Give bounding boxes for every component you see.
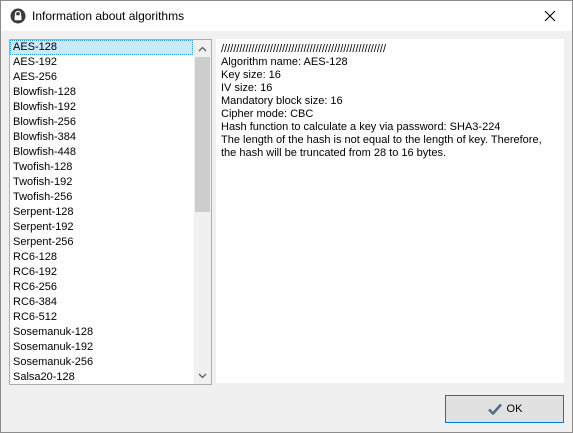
- list-item[interactable]: Serpent-256: [10, 235, 193, 250]
- scroll-thumb[interactable]: [195, 57, 210, 212]
- list-item[interactable]: RC6-128: [10, 250, 193, 265]
- list-item[interactable]: Blowfish-384: [10, 130, 193, 145]
- list-item[interactable]: RC6-512: [10, 310, 193, 325]
- info-line: ////////////////////////////////////////…: [221, 43, 387, 55]
- list-item[interactable]: Sosemanuk-128: [10, 325, 193, 340]
- list-item[interactable]: RC6-384: [10, 295, 193, 310]
- list-item[interactable]: RC6-192: [10, 265, 193, 280]
- list-item[interactable]: Salsa20-128: [10, 370, 193, 384]
- window-title: Information about algorithms: [32, 9, 185, 23]
- info-text: ////////////////////////////////////////…: [221, 43, 559, 160]
- ok-button-label: OK: [506, 403, 523, 415]
- info-line: Mandatory block size: 16: [221, 95, 343, 107]
- list-item[interactable]: Blowfish-448: [10, 145, 193, 160]
- info-line: Key size: 16: [221, 69, 281, 81]
- list-item[interactable]: Twofish-192: [10, 175, 193, 190]
- list-item[interactable]: Sosemanuk-192: [10, 340, 193, 355]
- info-line: Algorithm name: AES-128: [221, 56, 348, 68]
- lock-icon: [10, 8, 26, 24]
- info-line: The length of the hash is not equal to t…: [221, 134, 545, 159]
- chevron-down-icon: [198, 373, 207, 378]
- list-scrollbar[interactable]: [194, 40, 211, 384]
- algorithm-info-panel: ////////////////////////////////////////…: [216, 39, 564, 383]
- list-item[interactable]: Serpent-192: [10, 220, 193, 235]
- list-item[interactable]: Sosemanuk-256: [10, 355, 193, 370]
- algorithm-list: AES-128 AES-192 AES-256 Blowfish-128 Blowfis…: [10, 40, 193, 384]
- list-item[interactable]: AES-192: [10, 55, 193, 70]
- list-item[interactable]: Twofish-256: [10, 190, 193, 205]
- list-item[interactable]: Twofish-128: [10, 160, 193, 175]
- chevron-up-icon: [198, 46, 207, 51]
- close-icon: [544, 10, 555, 22]
- list-item[interactable]: AES-128: [10, 40, 193, 55]
- title-bar[interactable]: Information about algorithms: [1, 1, 572, 31]
- list-item[interactable]: Blowfish-256: [10, 115, 193, 130]
- checkmark-icon: [487, 403, 502, 415]
- list-item[interactable]: Serpent-128: [10, 205, 193, 220]
- scroll-down-button[interactable]: [194, 367, 211, 384]
- close-button[interactable]: [527, 1, 572, 31]
- info-line: IV size: 16: [221, 82, 273, 94]
- info-line: Hash function to calculate a key via pas…: [221, 121, 501, 133]
- list-item[interactable]: Blowfish-192: [10, 100, 193, 115]
- info-line: Cipher mode: CBC: [221, 108, 314, 120]
- dialog-window: Information about algorithms AES-128 AES-…: [0, 0, 573, 433]
- list-item[interactable]: Blowfish-128: [10, 85, 193, 100]
- list-item[interactable]: RC6-256: [10, 280, 193, 295]
- scroll-up-button[interactable]: [194, 40, 211, 57]
- algorithm-listbox[interactable]: AES-128 AES-192 AES-256 Blowfish-128 Blowfis…: [9, 39, 212, 385]
- list-item[interactable]: AES-256: [10, 70, 193, 85]
- ok-button[interactable]: OK: [445, 395, 564, 423]
